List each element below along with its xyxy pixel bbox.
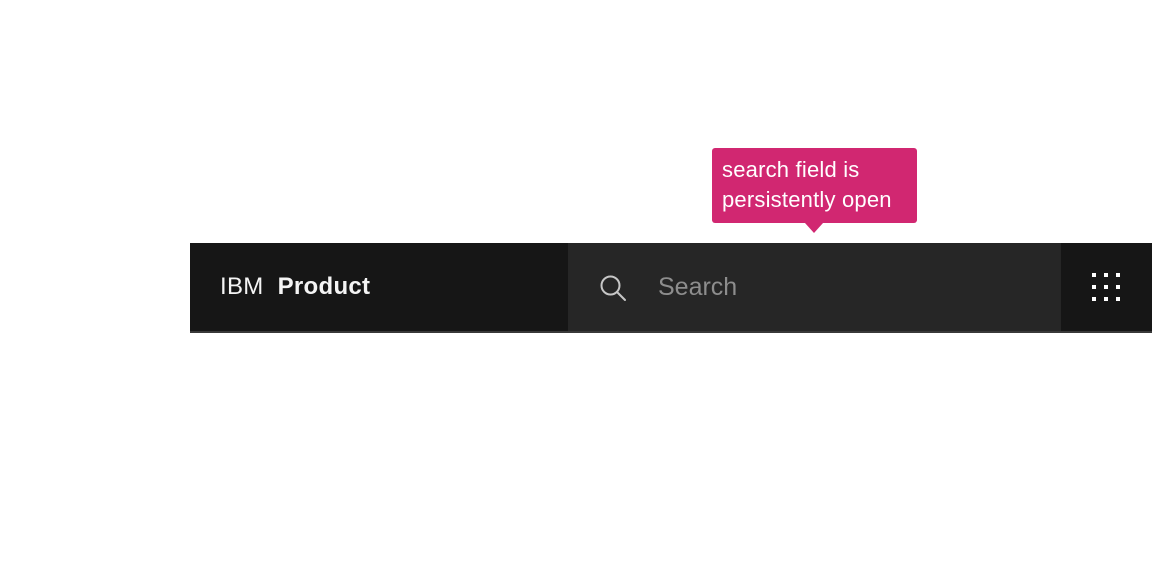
brand-prefix: IBM — [220, 273, 264, 300]
app-switcher-icon[interactable] — [1091, 272, 1121, 302]
search-icon[interactable] — [599, 274, 627, 302]
annotation-callout: search field is persistently open — [712, 148, 917, 223]
product-name-link[interactable]: IBM Product — [220, 243, 370, 331]
ui-shell-header: IBM Product — [190, 243, 1152, 333]
canvas: search field is persistently open IBM Pr… — [0, 0, 1152, 576]
brand-name: Product — [277, 273, 371, 300]
header-search[interactable] — [568, 243, 1061, 331]
annotation-line-1: search field is — [722, 157, 860, 182]
annotation-pointer — [805, 223, 823, 233]
search-input[interactable] — [658, 267, 1038, 307]
annotation-line-2: persistently open — [722, 187, 892, 212]
